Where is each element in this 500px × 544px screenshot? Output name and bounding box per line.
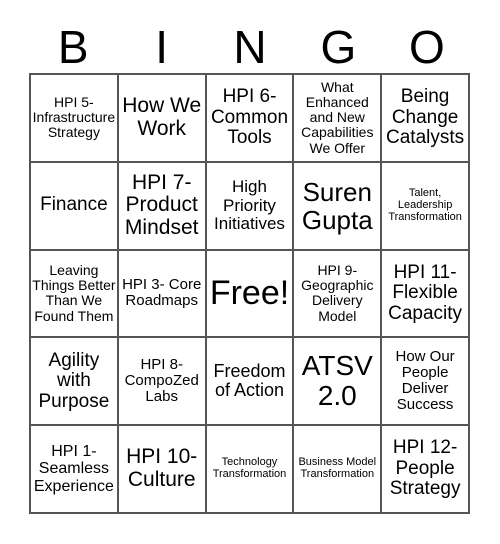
bingo-cell[interactable]: HPI 10- Culture [117, 425, 206, 513]
bingo-cell[interactable]: ATSV 2.0 [293, 337, 382, 426]
bingo-cell[interactable]: HPI 8- CompoZed Labs [117, 337, 206, 426]
bingo-cell[interactable]: How Our People Deliver Success [381, 337, 469, 426]
bingo-cell[interactable]: How We Work [117, 74, 206, 162]
header-letter-o: O [408, 21, 445, 73]
bingo-cell[interactable]: HPI 3- Core Roadmaps [117, 249, 206, 338]
bingo-cell[interactable]: Leaving Things Better Than We Found Them [30, 249, 118, 338]
bingo-cell[interactable]: Freedom of Action [205, 337, 294, 426]
bingo-cell[interactable]: Technology Transformation [205, 425, 294, 513]
bingo-cell[interactable]: Business Model Transformation [293, 425, 382, 513]
bingo-cell[interactable]: High Priority Initiatives [205, 161, 294, 250]
bingo-cell[interactable]: HPI 1- Seamless Experience [30, 425, 118, 513]
bingo-cell[interactable]: HPI 7- Product Mindset [117, 161, 206, 250]
header-letter-g: G [320, 21, 357, 73]
bingo-header: B I N G O [29, 20, 471, 74]
bingo-cell[interactable]: HPI 6- Common Tools [205, 74, 294, 162]
header-letter-i: I [155, 21, 168, 73]
bingo-cell[interactable]: HPI 12- People Strategy [381, 425, 469, 513]
free-space[interactable]: Free! [205, 249, 294, 338]
bingo-card: HPI 5- Infrastructure Strategy How We Wo… [29, 73, 470, 514]
bingo-cell[interactable]: What Enhanced and New Capabilities We Of… [293, 74, 382, 162]
header-letter-b: B [57, 21, 89, 73]
bingo-cell[interactable]: Finance [30, 161, 118, 250]
bingo-cell[interactable]: Agility with Purpose [30, 337, 118, 426]
bingo-cell[interactable]: HPI 5- Infrastructure Strategy [30, 74, 118, 162]
bingo-cell[interactable]: HPI 11- Flexible Capacity [381, 249, 469, 338]
bingo-cell[interactable]: Suren Gupta [293, 161, 382, 250]
bingo-cell[interactable]: Talent, Leadership Transformation [381, 161, 469, 250]
bingo-cell[interactable]: Being Change Catalysts [381, 74, 469, 162]
bingo-cell[interactable]: HPI 9- Geographic Delivery Model [293, 249, 382, 338]
header-letter-n: N [233, 21, 267, 73]
